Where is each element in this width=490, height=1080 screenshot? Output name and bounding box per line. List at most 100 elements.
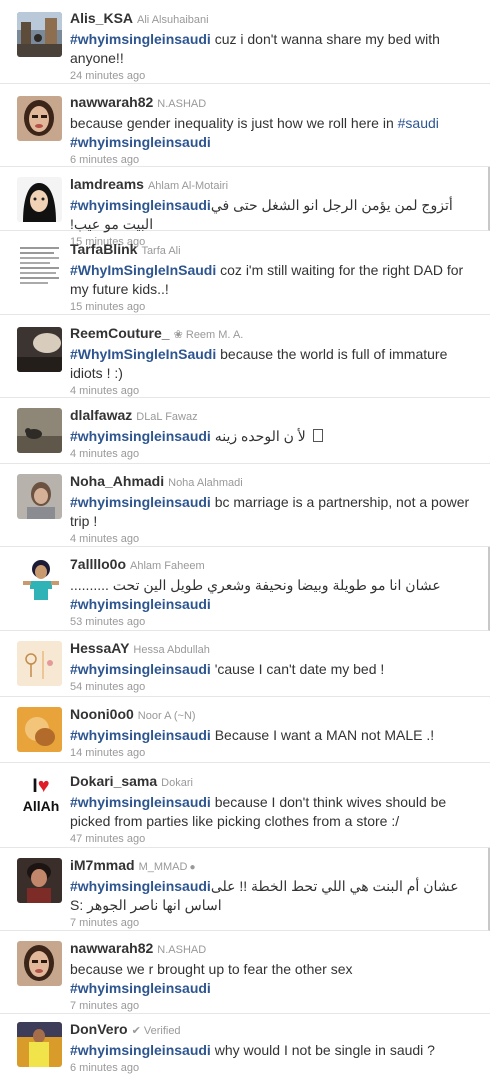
hashtag-link[interactable]: #WhyImSingleInSaudi (70, 262, 216, 278)
tweet-text: because gender inequality is just how we… (70, 115, 439, 150)
woman-portrait-avatar[interactable] (17, 941, 62, 986)
tweet-handle[interactable]: nawwarah82 (70, 940, 153, 956)
hijab-cartoon-avatar[interactable] (17, 177, 62, 222)
verified-badge: ✔ Verified (131, 1025, 181, 1037)
tweet-item: I♥ AllAh Dokari_sama Dokari #whyimsinglei… (0, 763, 490, 848)
tweet-handle[interactable]: ReemCouture_ (70, 325, 170, 341)
checkmark-icon: ✔ (131, 1025, 141, 1037)
tweet-timestamp[interactable]: 4 minutes ago (70, 448, 478, 461)
hashtag-link[interactable]: #whyimsingleinsaudi (70, 661, 211, 677)
tweet-handle[interactable]: Alis_KSA (70, 10, 133, 26)
tweet-fullname: Noor A (~N) (137, 710, 196, 722)
hashtag-link[interactable]: #whyimsingleinsaudi (70, 794, 211, 810)
tweet-item: DonVero ✔ Verified #whyimsingleinsaudi wh… (0, 1014, 490, 1080)
tweet-item: iM7mmad M_MMAD ● #whyimsingleinsaudi عشان … (0, 848, 490, 931)
tweet-text: #whyimsingleinsaudi why would I not be s… (70, 1042, 435, 1058)
tweet-fullname: Ahlam Faheem (130, 560, 205, 572)
tweet-handle[interactable]: iM7mmad (70, 857, 135, 873)
tweet-handle[interactable]: TarfaBlink (70, 241, 137, 257)
tweet-fullname: N.ASHAD (157, 944, 207, 956)
tweet-timestamp[interactable]: 14 minutes ago (70, 747, 478, 760)
tweet-text: #whyimsingleinsaudi bc marriage is a par… (70, 494, 470, 529)
hashtag-link[interactable]: #WhyImSingleInSaudi (70, 346, 216, 362)
tweet-fullname: Ahlam Al-Motairi (147, 180, 229, 192)
person-photo-avatar[interactable] (17, 474, 62, 519)
sketch-avatar[interactable] (17, 641, 62, 686)
tweet-timestamp[interactable]: 4 minutes ago (70, 385, 478, 398)
tweet-fullname: Ali Alsuhaibani (137, 14, 209, 26)
hashtag-link[interactable]: #whyimsingleinsaudi (70, 197, 211, 213)
tweet-text: #whyimsingleinsaudi cuz i don't wanna sh… (70, 31, 440, 66)
hashtag-link[interactable]: #whyimsingleinsaudi (70, 494, 211, 510)
tweet-text: #whyimsingleinsaudi عشان أم البنت هي الل… (70, 878, 463, 913)
tweet-handle[interactable]: Nooni0o0 (70, 706, 134, 722)
tweet-fullname: N.ASHAD (157, 98, 207, 110)
tweet-item: Alis_KSA Ali Alsuhaibani #whyimsingleinsa… (0, 0, 490, 84)
tweet-text: #whyimsingleinsaudi أتزوج لمن يؤمن الرجل… (70, 197, 457, 232)
princess-cartoon-avatar[interactable] (17, 557, 62, 602)
tweet-timestamp[interactable]: 4 minutes ago (70, 533, 478, 546)
tweet-item: HessaAY Hessa Abdullah #whyimsingleinsaud… (0, 631, 490, 697)
tweet-item: ReemCouture_ ❀ Reem M. A. #WhyImSingleInS… (0, 315, 490, 398)
dark-room-avatar[interactable] (17, 327, 62, 372)
tweet-item: nawwarah82 N.ASHAD because gender inequal… (0, 84, 490, 167)
tweet-handle[interactable]: DonVero (70, 1021, 128, 1037)
hashtag-link[interactable]: #whyimsingleinsaudi (70, 428, 211, 444)
flower-icon: ❀ (173, 329, 186, 341)
tweet-text: #WhyImSingleInSaudi coz i'm still waitin… (70, 262, 464, 297)
street-scene-avatar[interactable] (17, 12, 62, 57)
hashtag-link[interactable]: #whyimsingleinsaudi (70, 878, 211, 894)
tweet-text: #whyimsingleinsaudi 'cause I can't date … (70, 661, 385, 677)
woman-portrait-avatar[interactable] (17, 96, 62, 141)
i-love-allah-avatar[interactable]: I♥ AllAh (17, 775, 65, 823)
orange-photo-avatar[interactable] (17, 707, 62, 752)
tweet-text: #whyimsingleinsaudi because I don't thin… (70, 794, 447, 829)
tweet-handle[interactable]: 7allllo0o (70, 556, 126, 572)
tweet-handle[interactable]: HessaAY (70, 640, 129, 656)
tweet-timestamp[interactable]: 6 minutes ago (70, 1062, 478, 1075)
tweet-timestamp[interactable]: 53 minutes ago (70, 616, 476, 629)
tweet-item: lamdreams Ahlam Al-Motairi #whyimsinglein… (0, 167, 490, 248)
tweet-fullname: ❀ Reem M. A. (173, 329, 244, 341)
tweet-text: #whyimsingleinsaudi لأ ن الوحده زينه (70, 427, 478, 446)
bird-avatar[interactable] (17, 408, 62, 453)
hashtag-link[interactable]: #saudi (398, 115, 439, 131)
hashtag-link[interactable]: #whyimsingleinsaudi (70, 31, 211, 47)
tweet-item: Noha_Ahmadi Noha Alahmadi #whyimsingleins… (0, 464, 490, 547)
tweet-item: Nooni0o0 Noor A (~N) #whyimsingleinsaudi … (0, 697, 490, 763)
tweet-timestamp[interactable]: 7 minutes ago (70, 917, 476, 930)
tweet-timestamp[interactable]: 6 minutes ago (70, 154, 478, 167)
tweet-fullname: M_MMAD (138, 861, 188, 873)
tweet-fullname: Noha Alahmadi (168, 477, 243, 489)
tweet-fullname: Hessa Abdullah (133, 644, 210, 656)
tweet-timestamp[interactable]: 15 minutes ago (70, 301, 478, 314)
tweet-text: عشان انا مو طويلة وبيضا ونحيفة وشعري طوي… (70, 577, 441, 612)
tweet-item: 7allllo0o Ahlam Faheem عشان انا مو طويلة … (0, 547, 490, 631)
hashtag-link[interactable]: #whyimsingleinsaudi (70, 1042, 211, 1058)
tweet-item: nawwarah82 N.ASHAD because we r brought u… (0, 931, 490, 1014)
hashtag-link[interactable]: #whyimsingleinsaudi (70, 727, 211, 743)
missing-glyph-icon (312, 429, 323, 442)
tweet-handle[interactable]: dlalfawaz (70, 407, 132, 423)
cartoon-boy-avatar[interactable] (17, 858, 62, 903)
tweet-handle[interactable]: lamdreams (70, 176, 144, 192)
tweet-handle[interactable]: Noha_Ahmadi (70, 473, 164, 489)
hashtag-link[interactable]: #whyimsingleinsaudi (70, 596, 211, 612)
tweet-timestamp[interactable]: 24 minutes ago (70, 70, 478, 83)
tweet-timestamp[interactable]: 7 minutes ago (70, 1000, 478, 1013)
heart-icon: ♥ (37, 775, 50, 797)
hashtag-link[interactable]: #whyimsingleinsaudi (70, 134, 211, 150)
tweet-fullname: Tarfa Ali (141, 245, 181, 257)
tweet-timestamp[interactable]: 54 minutes ago (70, 681, 478, 694)
tweet-text: #whyimsingleinsaudi Because I want a MAN… (70, 727, 435, 743)
document-avatar[interactable] (17, 243, 62, 288)
tweet-item: dlalfawaz DLaL Fawaz #whyimsingleinsaudi … (0, 398, 490, 464)
tweet-handle[interactable]: Dokari_sama (70, 773, 157, 789)
tweet-timestamp[interactable]: 47 minutes ago (70, 833, 478, 846)
tweet-item: TarfaBlink Tarfa Ali #WhyImSingleInSaudi … (0, 231, 490, 315)
hashtag-link[interactable]: #whyimsingleinsaudi (70, 980, 211, 996)
tweet-handle[interactable]: nawwarah82 (70, 94, 153, 110)
apple-icon: ● (189, 862, 196, 873)
tweet-fullname: Dokari (161, 777, 193, 789)
football-player-avatar[interactable] (17, 1022, 62, 1067)
